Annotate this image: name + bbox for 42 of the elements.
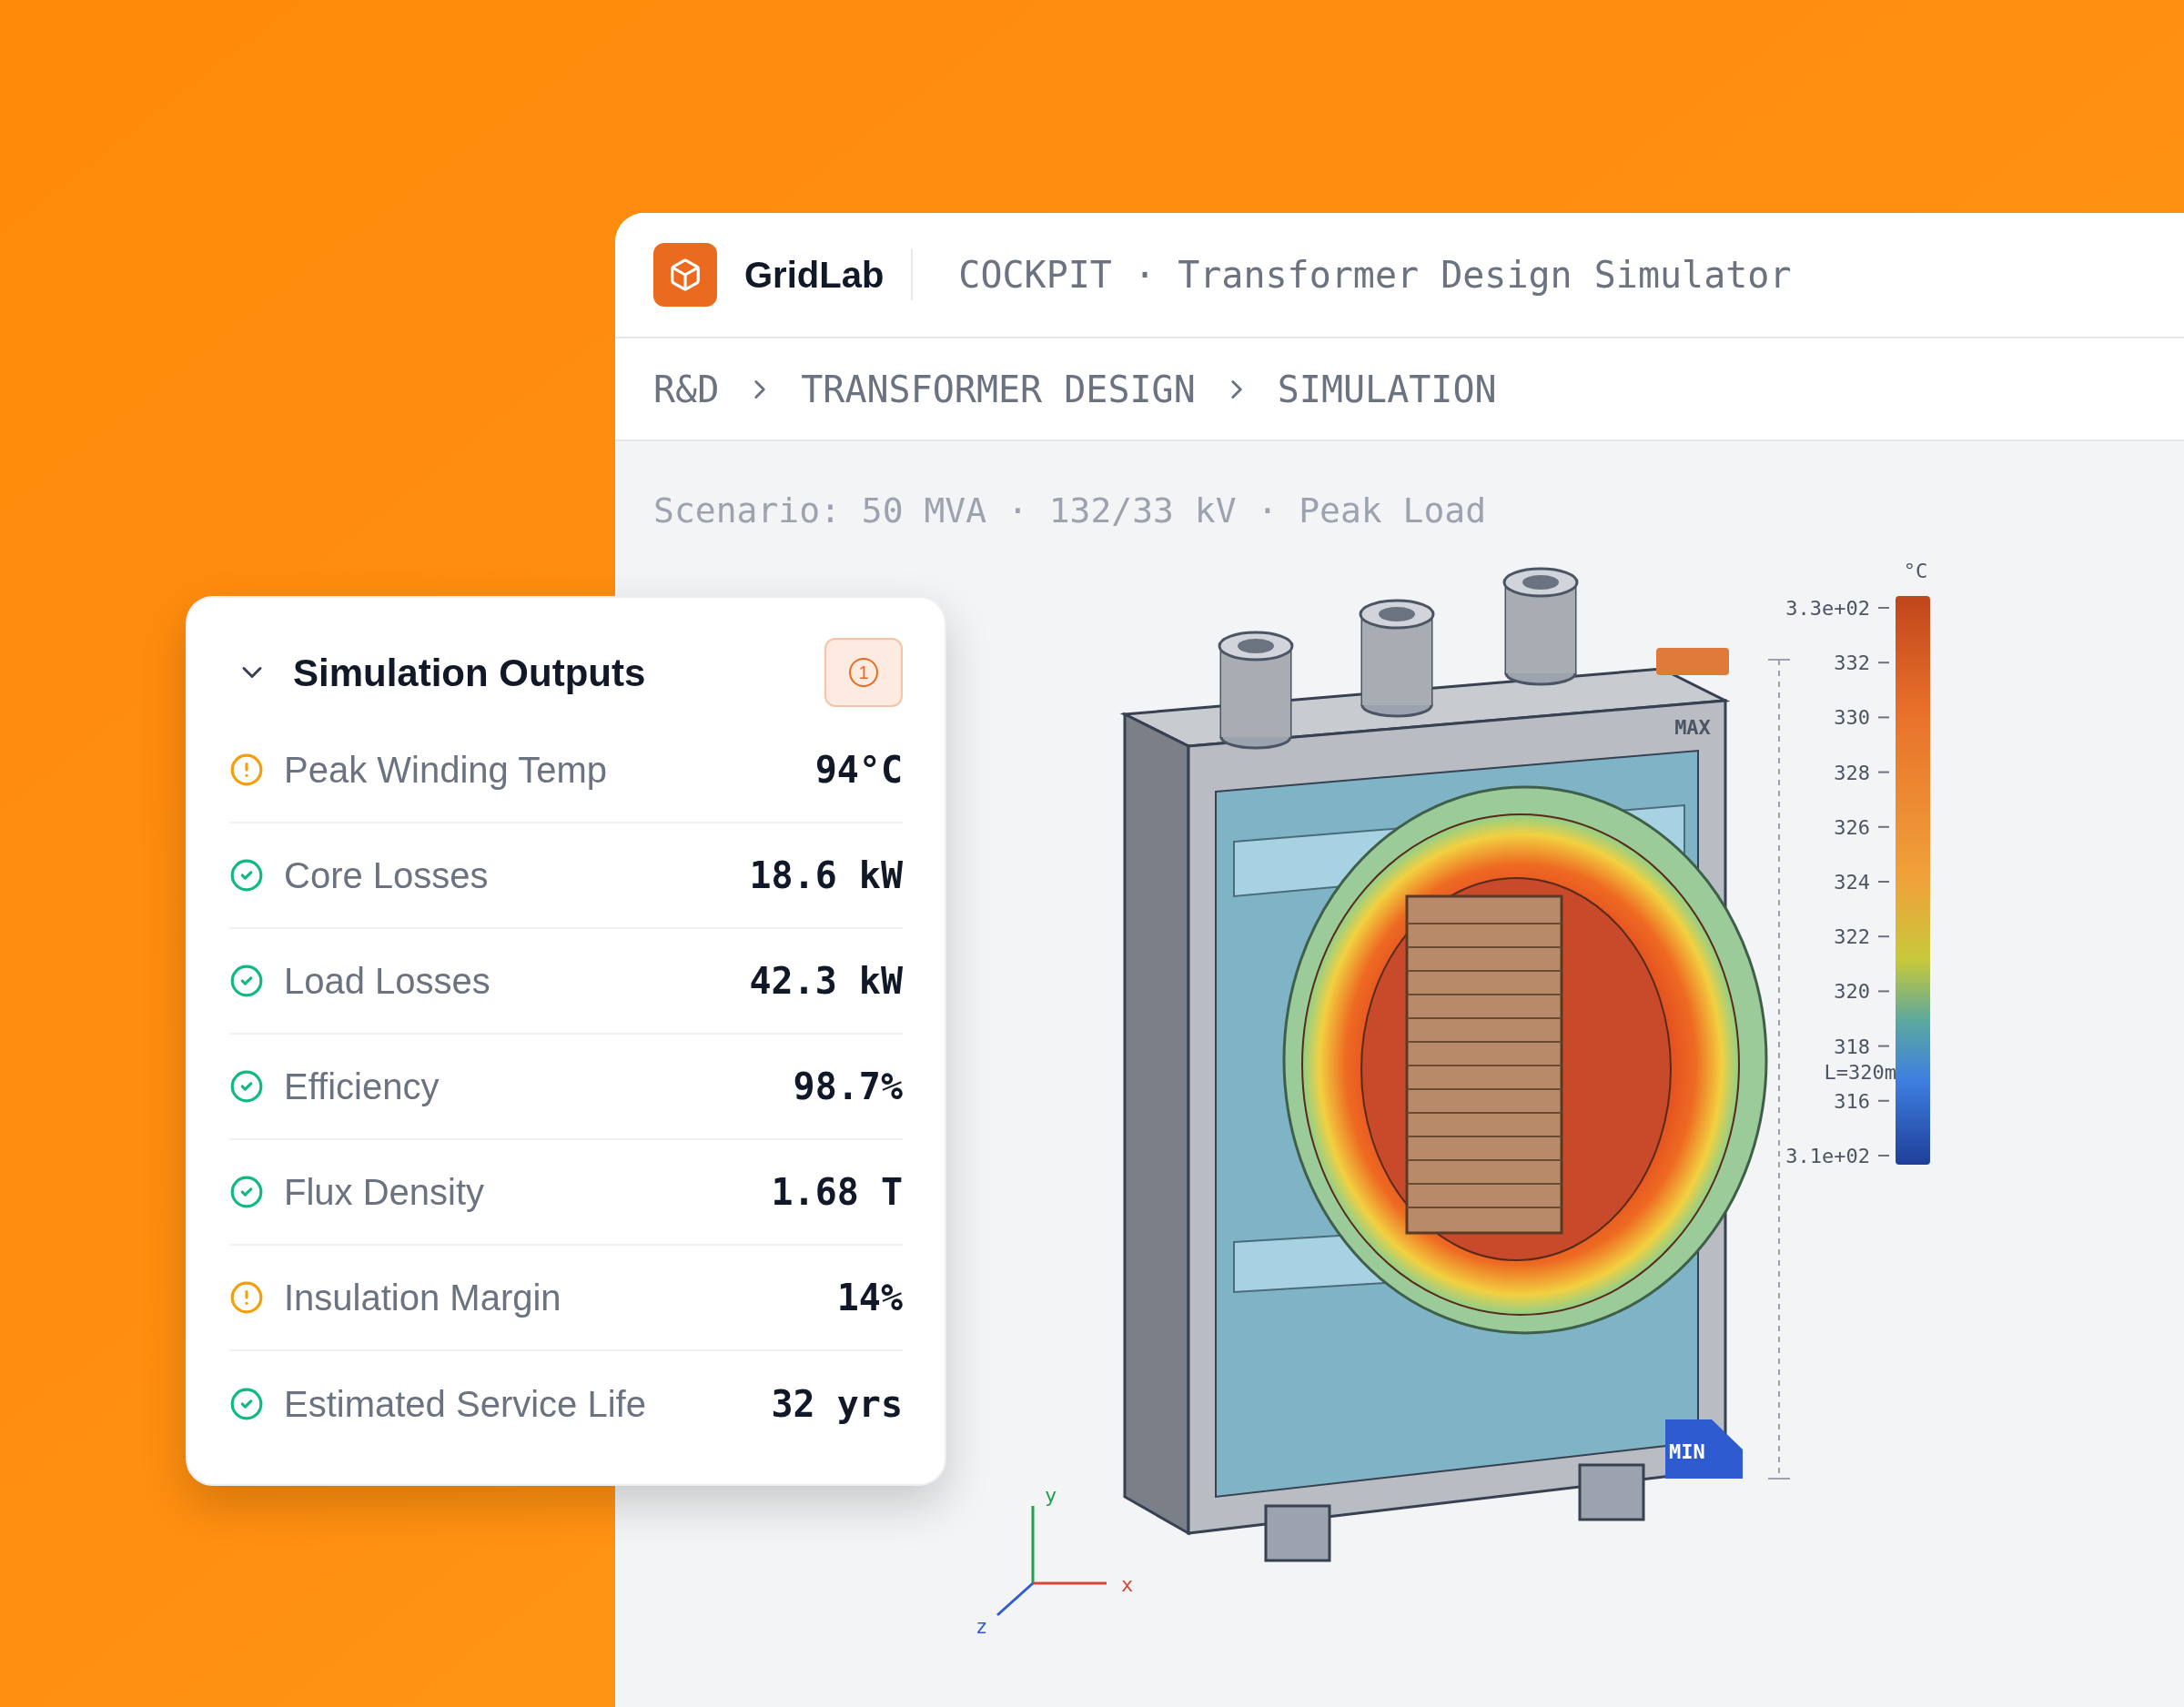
output-value: 14% [836, 1276, 903, 1320]
tick-label: 320 [1834, 980, 1870, 1004]
tick-label: 322 [1834, 925, 1870, 949]
scale-label: L=320m [1824, 1061, 1896, 1084]
scenario-label: Scenario: 50 MVA · 132/33 kV · Peak Load [653, 490, 1487, 532]
output-label: Estimated Service Life [284, 1383, 647, 1426]
output-value: 32 yrs [771, 1382, 903, 1427]
tick-label: 330 [1834, 706, 1870, 730]
output-value: 98.7% [793, 1065, 903, 1109]
output-value: 1.68 T [771, 1170, 903, 1215]
tick-label: 324 [1834, 871, 1870, 894]
breadcrumb-link[interactable]: R&D [653, 361, 720, 417]
app-title: COCKPIT · Transformer Design Simulator [958, 253, 1792, 298]
output-label: Efficiency [284, 1066, 440, 1108]
panel-title: Simulation Outputs [293, 650, 647, 696]
min-label: MIN [1669, 1440, 1705, 1463]
cube-icon [668, 258, 703, 292]
axis-label: z [976, 1615, 988, 1638]
alert-button[interactable]: 1 [824, 638, 903, 707]
output-label: Flux Density [284, 1171, 486, 1214]
tick-label: 316 [1834, 1089, 1870, 1113]
breadcrumb-link[interactable]: SIMULATION [1277, 361, 1497, 417]
tick-label: 3.3e+02 [1785, 597, 1870, 620]
max-label: MAX [1674, 716, 1711, 739]
tick-label: 318 [1834, 1035, 1870, 1058]
output-value: 42.3 kW [749, 959, 903, 1004]
z-axis [996, 1581, 1034, 1617]
brand-name: GridLab [744, 249, 914, 300]
tick-label: 3.1e+02 [1785, 1145, 1870, 1167]
tick-label: 326 [1834, 815, 1870, 839]
tick-label: 328 [1834, 761, 1870, 784]
tick-label: 332 [1834, 651, 1870, 675]
axis-label: y [1045, 1484, 1057, 1507]
output-value: 94°C [814, 748, 903, 793]
output-label: Insulation Margin [284, 1277, 562, 1319]
output-label: Core Losses [284, 854, 490, 897]
breadcrumb-link[interactable]: TRANSFORMER DESIGN [801, 361, 1196, 417]
output-label: Load Losses [284, 960, 491, 1003]
output-value: 18.6 kW [749, 854, 903, 898]
output-label: Peak Winding Temp [284, 749, 608, 792]
unit-label: °C [1903, 560, 1928, 582]
axis-label: x [1121, 1573, 1134, 1596]
